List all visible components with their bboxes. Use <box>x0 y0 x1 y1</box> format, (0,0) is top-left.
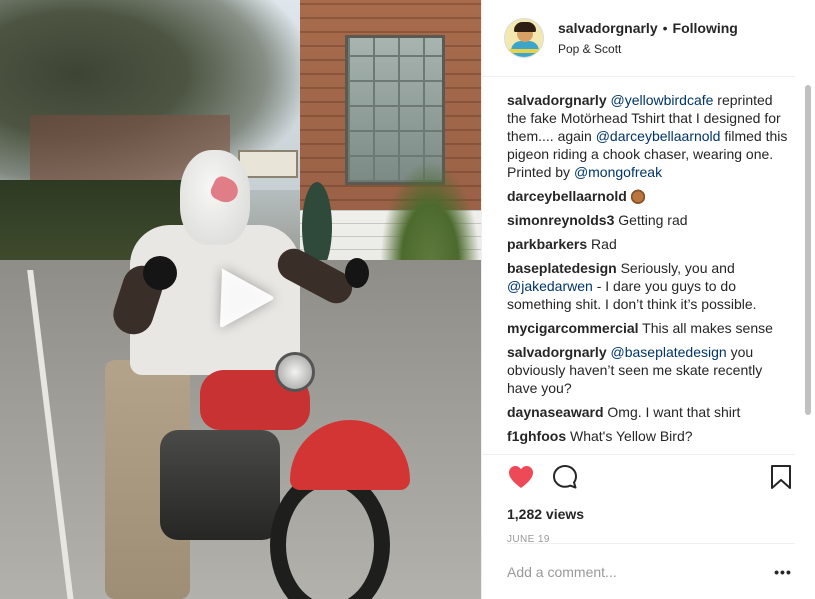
comment-item: parkbarkers Rad <box>507 235 789 253</box>
mention-link[interactable]: @mongofreak <box>574 164 662 180</box>
comment-item: mycigarcommercial This all makes sense <box>507 319 789 337</box>
comment-username[interactable]: darceybellaarnold <box>507 188 627 204</box>
more-options-label: ••• <box>774 563 792 580</box>
comment-input[interactable] <box>507 563 771 580</box>
play-icon[interactable] <box>212 264 278 332</box>
separator-dot: • <box>662 19 668 36</box>
comment-username[interactable]: baseplatedesign <box>507 260 617 276</box>
mention-link[interactable]: @jakedarwen <box>507 278 593 294</box>
comment-text: Seriously, you and <box>616 260 735 276</box>
comment-item: simonreynolds3 Getting rad <box>507 211 789 229</box>
comment-text: Getting rad <box>614 212 688 228</box>
post-header: salvadorgnarly • Following Pop & Scott <box>482 0 795 77</box>
comment-item: daynaseaward Omg. I want that shirt <box>507 403 789 421</box>
add-comment-bar: ••• <box>507 543 795 599</box>
comment-icon[interactable] <box>551 463 579 491</box>
post-date[interactable]: JUNE 19 <box>482 522 815 545</box>
comment-text: What's Yellow Bird? <box>566 428 693 444</box>
header-username[interactable]: salvadorgnarly <box>558 19 658 37</box>
comment-item: darceybellaarnold <box>507 187 789 205</box>
comment-item: baseplatedesign Seriously, you and @jake… <box>507 259 789 313</box>
caption: salvadorgnarly @yellowbirdcafe reprinted… <box>507 91 789 181</box>
see-no-evil-monkey-icon <box>629 188 646 204</box>
comment-username[interactable]: simonreynolds3 <box>507 212 614 228</box>
comments-scrollbar[interactable] <box>805 85 811 415</box>
heart-icon[interactable] <box>507 463 535 491</box>
mention-link[interactable]: @yellowbirdcafe <box>611 92 714 108</box>
action-bar <box>482 454 795 498</box>
comment-text: Rad <box>587 236 617 252</box>
avatar[interactable] <box>504 18 544 58</box>
follow-status-button[interactable]: Following <box>673 19 738 37</box>
caption-username[interactable]: salvadorgnarly <box>507 92 607 108</box>
comment-username[interactable]: salvadorgnarly <box>507 344 607 360</box>
bookmark-icon[interactable] <box>767 463 795 491</box>
mention-link[interactable]: @darceybellaarnold <box>596 128 721 144</box>
comment-username[interactable]: parkbarkers <box>507 236 587 252</box>
post-panel: salvadorgnarly • Following Pop & Scott s… <box>481 0 815 599</box>
comments-list[interactable]: salvadorgnarly @yellowbirdcafe reprinted… <box>482 77 815 452</box>
comment-item: f1ghfoos What's Yellow Bird? <box>507 427 789 445</box>
comment-item: salvadorgnarly @baseplatedesign you obvi… <box>507 343 789 397</box>
post-modal: salvadorgnarly • Following Pop & Scott s… <box>0 0 815 599</box>
comment-text: Omg. I want that shirt <box>603 404 741 420</box>
comment-text: This all makes sense <box>638 320 773 336</box>
more-icon[interactable]: ••• <box>771 562 795 582</box>
location-link[interactable]: Pop & Scott <box>558 40 738 58</box>
comment-username[interactable]: f1ghfoos <box>507 428 566 444</box>
mention-link[interactable]: @baseplatedesign <box>611 344 727 360</box>
comment-username[interactable]: daynaseaward <box>507 404 604 420</box>
comment-username[interactable]: mycigarcommercial <box>507 320 639 336</box>
view-count[interactable]: 1,282 views <box>482 498 815 522</box>
video-player[interactable] <box>0 0 481 599</box>
